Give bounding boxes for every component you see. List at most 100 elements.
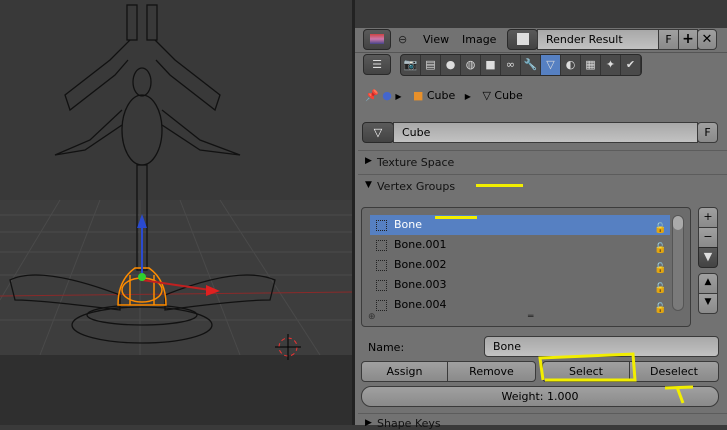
collapse-menu-icon[interactable]: ⊖ — [398, 33, 407, 46]
constraints-icon: ∞ — [505, 58, 516, 71]
list-item[interactable]: Bone.002 🔓 — [370, 255, 670, 275]
tab-render-layers[interactable]: ▤ — [421, 55, 441, 75]
image-editor-header: ⊖ View Image Render Result F + ✕ — [355, 28, 727, 52]
tab-scene[interactable]: ● — [441, 55, 461, 75]
shape-keys-section[interactable]: ▶ Shape Keys — [358, 413, 727, 430]
resize-grip-icon[interactable]: ═ — [528, 312, 533, 322]
image-editor-icon — [370, 34, 384, 44]
camera-render-icon: 📷 — [403, 58, 418, 71]
editor-type-properties-button[interactable]: ☰ — [363, 54, 391, 75]
fake-user-button[interactable]: F — [658, 29, 679, 50]
tab-object[interactable]: ■ — [481, 55, 501, 75]
remove-group-button[interactable]: − — [698, 227, 718, 248]
chevron-right-icon: ▶ — [395, 92, 402, 101]
pin-icon[interactable]: 📌 — [365, 89, 379, 102]
material-icon: ◐ — [565, 58, 576, 71]
tab-material[interactable]: ◐ — [561, 55, 581, 75]
object-icon: ■ — [412, 89, 424, 102]
unlock-icon[interactable]: 🔓 — [654, 239, 666, 254]
vertex-group-icon — [376, 260, 387, 271]
unlock-icon[interactable]: 🔓 — [654, 219, 666, 234]
plus-icon: + — [682, 31, 694, 47]
list-filter-icon[interactable]: ⊕ — [368, 312, 376, 322]
vertex-group-icon — [376, 220, 387, 231]
arrow-down-icon: ▼ — [704, 297, 712, 307]
move-down-button[interactable]: ▼ — [698, 293, 718, 314]
remove-button[interactable]: Remove — [447, 361, 536, 382]
mesh-data-icon: ▽ — [546, 58, 555, 71]
texture-space-section[interactable]: ▶ Texture Space — [358, 150, 727, 174]
vertex-group-name: Bone — [394, 218, 423, 231]
vertex-group-name: Bone.001 — [394, 238, 447, 251]
list-item[interactable]: Bone.001 🔓 — [370, 235, 670, 255]
list-item[interactable]: Bone 🔓 — [370, 215, 670, 235]
properties-icon: ☰ — [372, 58, 382, 71]
properties-panel: ⊖ View Image Render Result F + ✕ ☰ 📷 ▤ ● ◍ ■… — [355, 0, 727, 430]
tab-world[interactable]: ◍ — [461, 55, 481, 75]
chevron-right-icon: ▶ — [464, 92, 471, 101]
section-title: Vertex Groups — [377, 180, 456, 193]
vertex-group-name: Bone.002 — [394, 258, 447, 271]
menu-image[interactable]: Image — [462, 33, 496, 46]
world-icon: ◍ — [465, 58, 476, 71]
tab-physics[interactable]: ✔ — [621, 55, 641, 75]
tab-modifiers[interactable]: 🔧 — [521, 55, 541, 75]
arrow-up-icon: ▲ — [704, 277, 712, 287]
assign-button[interactable]: Assign — [361, 361, 448, 382]
vertex-group-name: Bone.004 — [394, 298, 447, 311]
tab-mesh-data[interactable]: ▽ — [541, 55, 561, 75]
object-icon: ■ — [485, 58, 496, 71]
unlock-icon[interactable]: 🔓 — [654, 299, 666, 314]
editor-type-button[interactable] — [363, 29, 391, 50]
menu-view[interactable]: View — [423, 33, 449, 46]
mesh-name-field[interactable]: Cube — [393, 122, 698, 143]
unlock-icon[interactable]: 🔓 — [654, 259, 666, 274]
physics-icon: ✔ — [625, 58, 636, 71]
texture-icon: ▦ — [585, 58, 596, 71]
mesh-browse-button[interactable]: ▽ — [362, 122, 394, 143]
tab-texture[interactable]: ▦ — [581, 55, 601, 75]
name-label: Name: — [368, 341, 405, 354]
vertex-group-icon — [376, 300, 387, 311]
breadcrumb-mesh: Cube — [494, 89, 523, 102]
modifiers-icon: 🔧 — [523, 58, 538, 71]
mesh-fake-user-button[interactable]: F — [697, 122, 718, 143]
scene-icon: ● — [445, 58, 456, 71]
vertex-group-list[interactable]: Bone 🔓 Bone.001 🔓 Bone.002 🔓 Bone.003 🔓 Bone.004… — [361, 207, 691, 327]
unlock-icon[interactable]: 🔓 — [654, 279, 666, 294]
vertex-group-icon — [376, 280, 387, 291]
list-scrollbar[interactable] — [672, 215, 684, 311]
annotation-underline — [476, 184, 523, 187]
image-browse-button[interactable] — [507, 29, 538, 50]
property-tabs: 📷 ▤ ● ◍ ■ ∞ 🔧 ▽ ◐ ▦ ✦ ✔ — [400, 54, 642, 76]
render-layers-icon: ▤ — [425, 58, 436, 71]
image-icon — [516, 33, 529, 45]
plus-icon: + — [703, 210, 713, 223]
chevron-down-icon: ▼ — [703, 250, 713, 263]
tab-constraints[interactable]: ∞ — [501, 55, 521, 75]
breadcrumb-object: Cube — [426, 89, 456, 102]
list-item[interactable]: Bone.003 🔓 — [370, 275, 670, 295]
specials-menu-button[interactable]: ▼ — [698, 247, 718, 268]
add-group-button[interactable]: + — [698, 207, 718, 228]
minus-icon: − — [703, 230, 713, 243]
move-up-button[interactable]: ▲ — [698, 273, 718, 294]
tab-particles[interactable]: ✦ — [601, 55, 621, 75]
tab-camera-render[interactable]: 📷 — [401, 55, 421, 75]
collapsed-arrow-icon: ▶ — [365, 418, 372, 428]
list-item[interactable]: Bone.004 🔓 — [370, 295, 670, 315]
breadcrumb: 📌 ● ▶ ■ Cube ▶ ▽ Cube — [365, 89, 523, 102]
unlink-button[interactable]: ✕ — [697, 29, 717, 50]
scene-icon: ● — [382, 89, 392, 102]
collapsed-arrow-icon: ▶ — [365, 156, 372, 166]
mesh-icon: ▽ — [482, 89, 491, 102]
new-image-button[interactable]: + — [678, 29, 698, 50]
particles-icon: ✦ — [605, 58, 616, 71]
vertex-group-name: Bone.003 — [394, 278, 447, 291]
3d-viewport[interactable] — [0, 0, 352, 425]
section-title: Shape Keys — [377, 417, 441, 430]
image-name-field[interactable]: Render Result — [537, 29, 659, 50]
section-title: Texture Space — [377, 156, 455, 169]
vertex-groups-section[interactable]: ▼ Vertex Groups — [358, 174, 727, 198]
annotation-marks — [538, 352, 694, 404]
